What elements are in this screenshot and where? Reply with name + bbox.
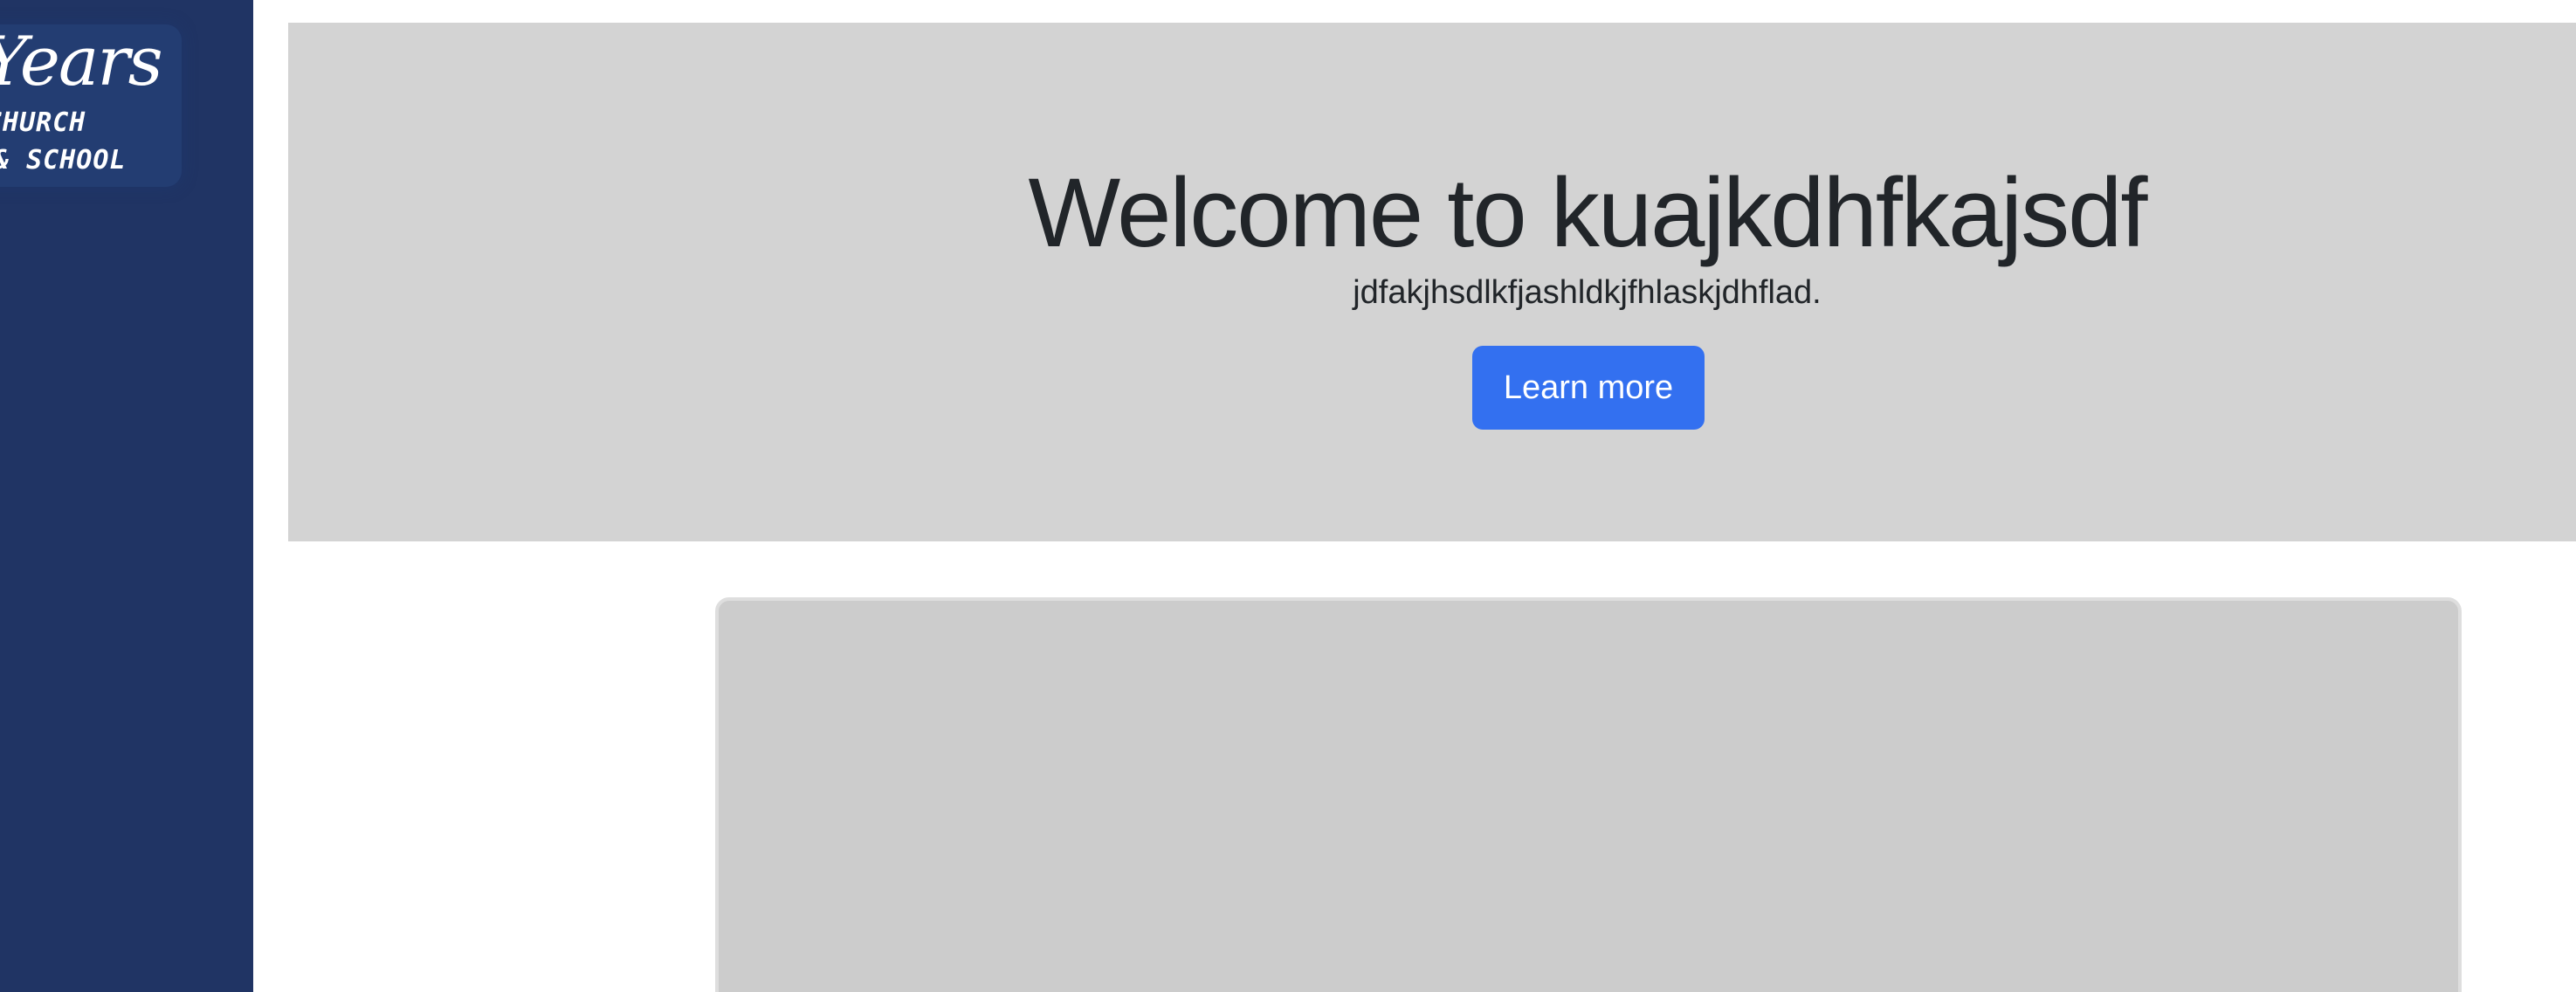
content-card-placeholder (715, 597, 2462, 992)
school-logo[interactable]: Years CHURCH & SCHOOL (0, 24, 182, 187)
sidebar: Years CHURCH & SCHOOL (0, 0, 253, 992)
hero-title: Welcome to kuajkdhfkajsdf (1028, 158, 2147, 267)
logo-line-school: & SCHOOL (0, 145, 127, 176)
hero-lead-text: jdfakjhsdlkfjashldkjfhlaskjdhflad. (1353, 274, 1822, 311)
logo-script-text: Years (0, 24, 163, 101)
hero-jumbotron: Welcome to kuajkdhfkajsdf jdfakjhsdlkfja… (288, 23, 2576, 541)
learn-more-button[interactable]: Learn more (1472, 346, 1705, 430)
page: Years CHURCH & SCHOOL Welcome to kuajkdh… (0, 0, 2576, 992)
logo-line-church: CHURCH (0, 107, 86, 138)
